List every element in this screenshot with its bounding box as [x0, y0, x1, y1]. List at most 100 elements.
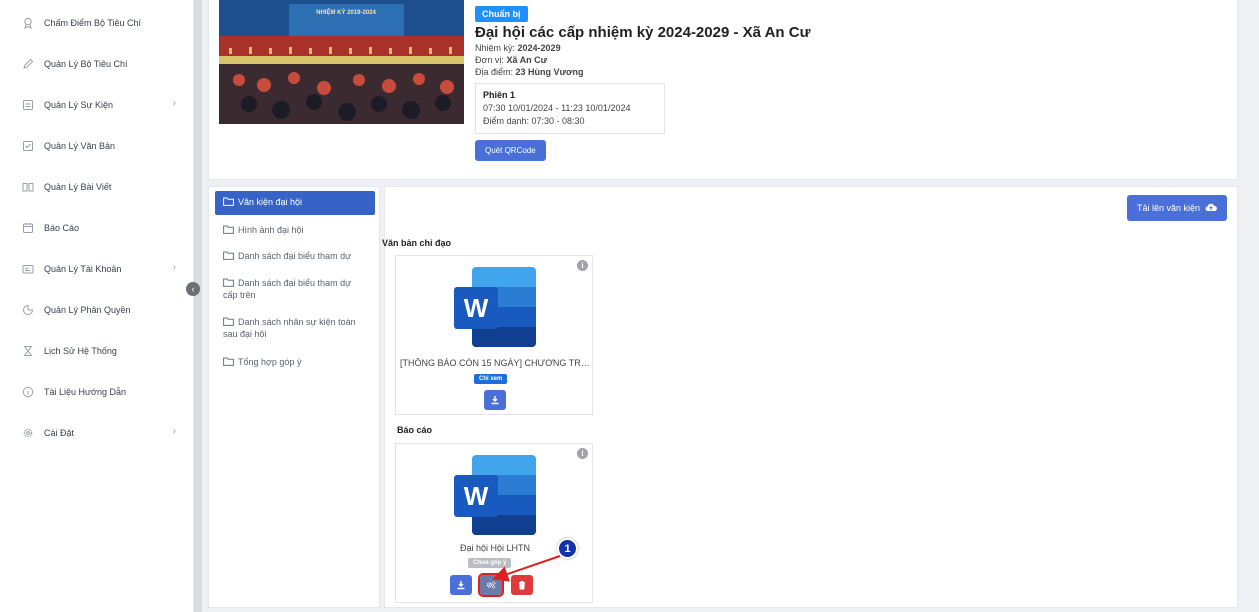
sidebar-item-label: Quản Lý Văn Bản [44, 141, 116, 151]
document-name: [THÔNG BÁO CÒN 15 NGÀY] CHƯƠNG TRÌNH [400, 358, 594, 368]
folder-icon [223, 317, 234, 329]
sidebar-item[interactable]: Quản Lý Bài Viết [0, 172, 194, 202]
settings-button[interactable] [478, 573, 504, 597]
award-icon [22, 17, 34, 29]
sidebar-item-label: Cài Đặt [44, 428, 75, 438]
sidebar-item[interactable]: Tài Liệu Hướng Dẫn [0, 377, 194, 407]
sidebar-item[interactable]: Quản Lý Sự Kiện › [0, 90, 194, 120]
folder-panel: Văn kiện đại hội Hình ảnh đại hội Danh sác… [208, 186, 380, 608]
event-card: NHIỆM KỲ 2019-2024 Chuẩn bị Đại hội các … [208, 0, 1238, 180]
upload-document-button[interactable]: Tải lên văn kiện [1126, 195, 1227, 221]
sidebar-item[interactable]: Quản Lý Tài Khoản › [0, 254, 194, 284]
document-card[interactable]: i W Đại hội Hội LHTN Chưa góp ý [395, 443, 593, 603]
event-unit: Đơn vị: Xã An Cư [475, 55, 1215, 65]
hourglass-icon [22, 345, 34, 357]
folder-item[interactable]: Tổng hợp góp ý [215, 351, 375, 375]
download-icon [457, 581, 465, 590]
banner-text: NHIỆM KỲ 2019-2024 [316, 8, 376, 16]
event-title: Đại hội các cấp nhiệm kỳ 2024-2029 - Xã … [475, 24, 811, 41]
sidebar: Chấm Điểm Bộ Tiêu Chí Quản Lý Bộ Tiêu Chí… [0, 0, 194, 612]
chevron-right-icon: › [172, 262, 176, 273]
trash-icon [519, 580, 525, 590]
documents-panel: Tải lên văn kiện Văn bản chỉ đạo i W [TH… [382, 186, 1238, 608]
report-icon [22, 222, 34, 234]
folder-icon [223, 251, 234, 263]
location-value: 23 Hùng Vương [515, 67, 584, 77]
sidebar-item[interactable]: Lịch Sử Hệ Thống [0, 336, 194, 366]
sidebar-item-label: Lịch Sử Hệ Thống [44, 346, 117, 356]
folder-icon [223, 225, 234, 237]
folder-label: Văn kiện đại hội [238, 197, 303, 207]
calendar-list-icon [22, 99, 34, 111]
view-only-tag: Chỉ xem [474, 374, 508, 384]
folder-item[interactable]: Hình ảnh đại hội [215, 219, 375, 243]
event-info: Chuẩn bị Đại hội các cấp nhiệm kỳ 2024-2… [475, 4, 1215, 161]
sidebar-item[interactable]: Quản Lý Phân Quyền [0, 295, 194, 325]
download-icon [491, 396, 499, 405]
congress-hall-image: NHIỆM KỲ 2019-2024 [219, 0, 464, 124]
section-title-text: Văn bản chỉ đạo [382, 238, 452, 248]
sidebar-item-label: Quản Lý Tài Khoản [44, 264, 122, 274]
cogs-icon [486, 581, 496, 589]
chevron-right-icon: › [172, 426, 176, 437]
session-checkin: Điểm danh: 07:30 - 08:30 [483, 116, 585, 126]
document-icon [22, 140, 34, 152]
folder-icon [223, 278, 234, 290]
sidebar-item-label: Tài Liệu Hướng Dẫn [44, 387, 126, 397]
svg-text:W: W [464, 293, 489, 323]
folder-label: Danh sách đại biểu tham dự [238, 251, 352, 261]
folder-label: Tổng hợp góp ý [238, 357, 302, 367]
sidebar-item[interactable]: Quản Lý Bộ Tiêu Chí [0, 49, 194, 79]
pie-icon [22, 304, 34, 316]
sidebar-item[interactable]: Cài Đặt › [0, 418, 194, 448]
word-file-icon: W [454, 455, 540, 535]
folder-icon [223, 357, 234, 369]
word-file-icon: W [454, 267, 540, 347]
unit-label: Đơn vị: [475, 55, 504, 65]
book-icon [22, 181, 34, 193]
delete-button[interactable] [511, 575, 533, 595]
download-button[interactable] [450, 575, 472, 595]
cloud-upload-icon [1205, 202, 1217, 214]
folder-label: Hình ảnh đại hội [238, 225, 304, 235]
step-callout: 1 [557, 538, 578, 559]
section-title-directive: Văn bản chỉ đạo [382, 238, 454, 248]
sidebar-item-label: Quản Lý Bộ Tiêu Chí [44, 59, 128, 69]
term-label: Nhiệm kỳ: [475, 43, 516, 53]
document-card[interactable]: i W [THÔNG BÁO CÒN 15 NGÀY] CHƯƠNG TRÌNH… [395, 255, 594, 415]
folder-label: Danh sách đại biểu tham dự cấp trên [223, 278, 352, 300]
event-photo: NHIỆM KỲ 2019-2024 [219, 0, 464, 124]
download-button[interactable] [484, 390, 506, 410]
info-icon [22, 386, 34, 398]
sidebar-item-label: Quản Lý Phân Quyền [44, 305, 131, 315]
folder-item[interactable]: Danh sách đại biểu tham dự cấp trên [215, 272, 375, 307]
sidebar-item-label: Báo Cáo [44, 223, 80, 233]
sidebar-item-label: Quản Lý Sự Kiện [44, 100, 114, 110]
unit-value: Xã An Cư [506, 55, 548, 65]
session-time: 07:30 10/01/2024 - 11:23 10/01/2024 [483, 103, 631, 113]
folder-item[interactable]: Văn kiện đại hội [215, 191, 375, 215]
session-box: Phiên 1 07:30 10/01/2024 - 11:23 10/01/2… [475, 83, 665, 134]
location-label: Địa điểm: [475, 67, 514, 77]
info-icon[interactable]: i [577, 448, 588, 459]
chevron-right-icon: › [172, 98, 176, 109]
sidebar-item[interactable]: Báo Cáo [0, 213, 194, 243]
folder-item[interactable]: Danh sách đại biểu tham dự [215, 245, 375, 269]
pen-icon [22, 58, 34, 70]
sidebar-divider [194, 0, 202, 612]
sidebar-item-label: Quản Lý Bài Viết [44, 182, 112, 192]
scan-qrcode-button[interactable]: Quét QRCode [475, 140, 546, 161]
svg-text:W: W [464, 481, 489, 511]
gear-icon [22, 427, 34, 439]
sidebar-item[interactable]: Chấm Điểm Bộ Tiêu Chí [0, 8, 194, 38]
sidebar-item[interactable]: Quản Lý Văn Bản [0, 131, 194, 161]
upload-label: Tải lên văn kiện [1136, 203, 1200, 213]
info-icon[interactable]: i [577, 260, 588, 271]
session-title: Phiên 1 [483, 90, 516, 100]
folder-item[interactable]: Danh sách nhân sự kiện toàn sau đại hội [215, 311, 375, 346]
status-badge: Chuẩn bị [475, 6, 528, 22]
id-card-icon [22, 263, 34, 275]
term-value: 2024-2029 [517, 43, 561, 53]
sidebar-collapse-button[interactable]: ‹ [186, 282, 200, 296]
sidebar-item-label: Chấm Điểm Bộ Tiêu Chí [44, 18, 142, 28]
